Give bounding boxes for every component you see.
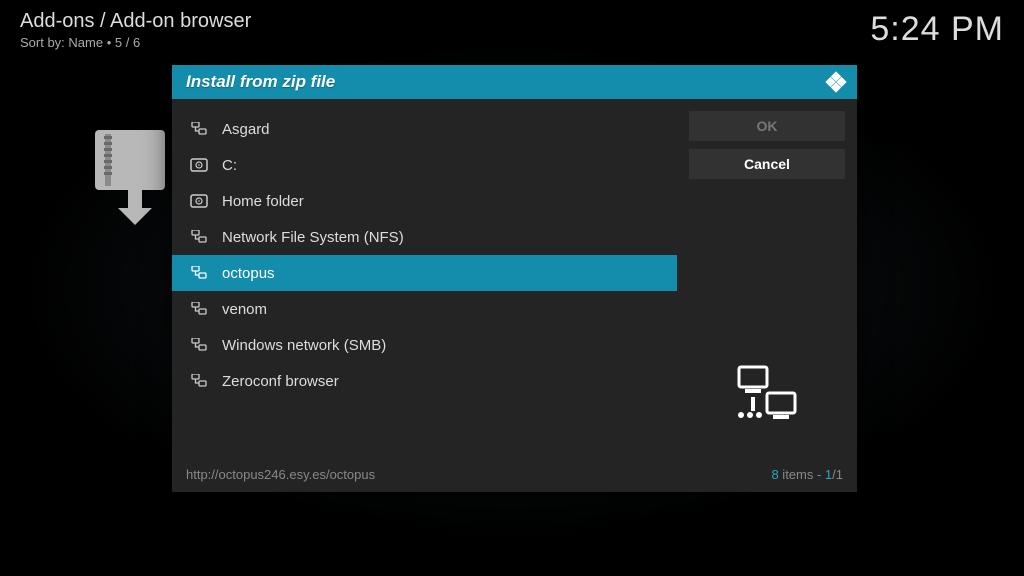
network-icon	[190, 338, 208, 352]
network-icon	[190, 122, 208, 136]
breadcrumb: Add-ons / Add-on browser	[20, 10, 251, 33]
kodi-logo-icon	[825, 71, 847, 93]
network-icon	[190, 302, 208, 316]
source-item-label: Asgard	[222, 121, 270, 138]
source-item-label: octopus	[222, 265, 275, 282]
clock: 5:24 PM	[870, 10, 1004, 49]
source-item[interactable]: Network File System (NFS)	[172, 219, 677, 255]
source-item[interactable]: octopus	[172, 255, 677, 291]
cancel-button[interactable]: Cancel	[689, 149, 845, 179]
sort-info: Sort by: Name • 5 / 6	[20, 35, 251, 50]
source-item[interactable]: venom	[172, 291, 677, 327]
install-from-zip-dialog: Install from zip file Asgard C: Home folde…	[172, 65, 857, 492]
install-zip-icon	[95, 130, 175, 225]
source-item[interactable]: Home folder	[172, 183, 677, 219]
source-item-label: Network File System (NFS)	[222, 229, 404, 246]
disk-icon	[190, 158, 208, 172]
ok-button[interactable]: OK	[689, 111, 845, 141]
source-item[interactable]: Asgard	[172, 111, 677, 147]
dialog-title: Install from zip file	[172, 65, 857, 99]
source-item-label: Zeroconf browser	[222, 373, 339, 390]
footer-item-count: 8 items - 1/1	[771, 467, 843, 482]
disk-icon	[190, 194, 208, 208]
source-item-label: Windows network (SMB)	[222, 337, 386, 354]
source-item[interactable]: Windows network (SMB)	[172, 327, 677, 363]
footer-path: http://octopus246.esy.es/octopus	[186, 467, 375, 482]
network-icon	[190, 374, 208, 388]
source-item[interactable]: C:	[172, 147, 677, 183]
source-item-label: C:	[222, 157, 237, 174]
network-icon	[190, 266, 208, 280]
source-item[interactable]: Zeroconf browser	[172, 363, 677, 399]
source-item-label: Home folder	[222, 193, 304, 210]
network-icon	[190, 230, 208, 244]
file-source-list: Asgard C: Home folder Network File System (…	[172, 111, 677, 457]
network-preview-icon	[689, 342, 845, 457]
source-item-label: venom	[222, 301, 267, 318]
